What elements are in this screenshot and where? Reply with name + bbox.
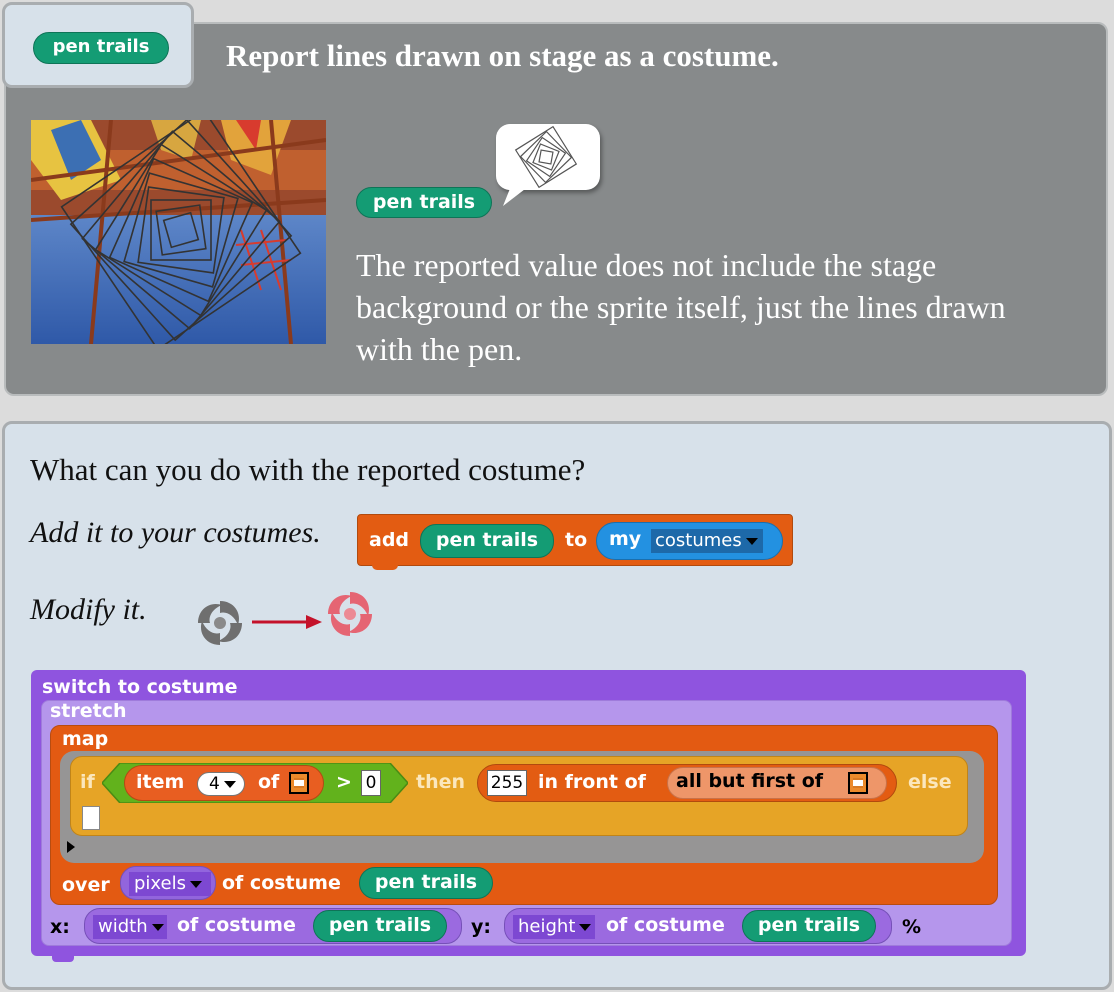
all-but-first-label: all but first of [676, 770, 824, 792]
percent-label: % [902, 916, 922, 938]
then-label: then [416, 771, 466, 793]
right-arrow-icon [252, 615, 322, 629]
block-notch [52, 954, 74, 962]
modify-caption: Modify it. [30, 593, 147, 626]
gray-spiral-icon [198, 601, 242, 645]
pen-trails-block[interactable]: pen trails [356, 187, 492, 218]
question-text: What can you do with the reported costum… [30, 452, 586, 487]
switch-label: switch to costume [42, 676, 238, 698]
of-costume-label: of costume [606, 914, 725, 936]
pen-trails-block[interactable]: pen trails [33, 32, 169, 64]
list-icon[interactable] [289, 772, 309, 794]
height-option: height [518, 916, 576, 937]
red-spiral-icon [328, 592, 372, 636]
value-255-input[interactable]: 255 [487, 770, 527, 796]
add-caption: Add it to your costumes. [30, 516, 321, 549]
description-text: The reported value does not include the … [356, 247, 1006, 367]
dropdown-arrow-icon [579, 923, 592, 931]
primitive-tab[interactable]: pen trails [2, 2, 194, 88]
of-costume-label: of costume [177, 914, 296, 936]
to-label: to [565, 529, 588, 551]
pixels-dropdown[interactable]: pixels [129, 872, 211, 896]
map-label: map [62, 728, 109, 750]
costumes-dropdown[interactable]: costumes [651, 529, 763, 553]
height-dropdown[interactable]: height [513, 915, 595, 939]
my-label: my [609, 528, 642, 550]
else-empty-input[interactable] [82, 806, 100, 830]
stretch-label: stretch [50, 700, 127, 722]
y-label: y: [471, 916, 491, 938]
dropdown-arrow-icon [745, 537, 758, 545]
pixels-option: pixels [134, 873, 186, 894]
bubble-tail-icon [503, 186, 529, 206]
dropdown-arrow-icon [223, 780, 236, 788]
arity-arrow-icon[interactable] [66, 840, 76, 854]
width-dropdown[interactable]: width [93, 915, 167, 939]
pen-trails-block[interactable]: pen trails [359, 867, 493, 899]
in-front-of-label: in front of [538, 771, 646, 793]
else-label: else [908, 771, 952, 793]
x-label: x: [50, 916, 70, 938]
costumes-option: costumes [655, 530, 742, 551]
add-label: add [369, 529, 410, 551]
pen-trails-block[interactable]: pen trails [420, 524, 554, 558]
dropdown-arrow-icon [189, 880, 202, 888]
stage-photo [31, 120, 326, 344]
speech-bubble [496, 124, 600, 190]
over-label: over [62, 874, 110, 896]
zero-input[interactable]: 0 [361, 770, 381, 796]
dropdown-arrow-icon [151, 923, 164, 931]
block-notch [372, 564, 398, 570]
item-index-input[interactable]: 4 [197, 772, 245, 796]
of-costume-label: of costume [222, 872, 341, 894]
of-label: of [258, 771, 280, 793]
greater-than-symbol: > [336, 771, 352, 793]
width-option: width [98, 916, 148, 937]
pen-trails-block[interactable]: pen trails [742, 910, 876, 942]
item-index-value: 4 [209, 774, 220, 794]
spiral-thumbnail-icon [514, 125, 578, 189]
page-title: Report lines drawn on stage as a costume… [226, 38, 779, 73]
list-icon[interactable] [848, 772, 868, 794]
item-label: item [136, 771, 185, 793]
if-label: if [80, 771, 95, 793]
pen-trails-block[interactable]: pen trails [313, 910, 447, 942]
